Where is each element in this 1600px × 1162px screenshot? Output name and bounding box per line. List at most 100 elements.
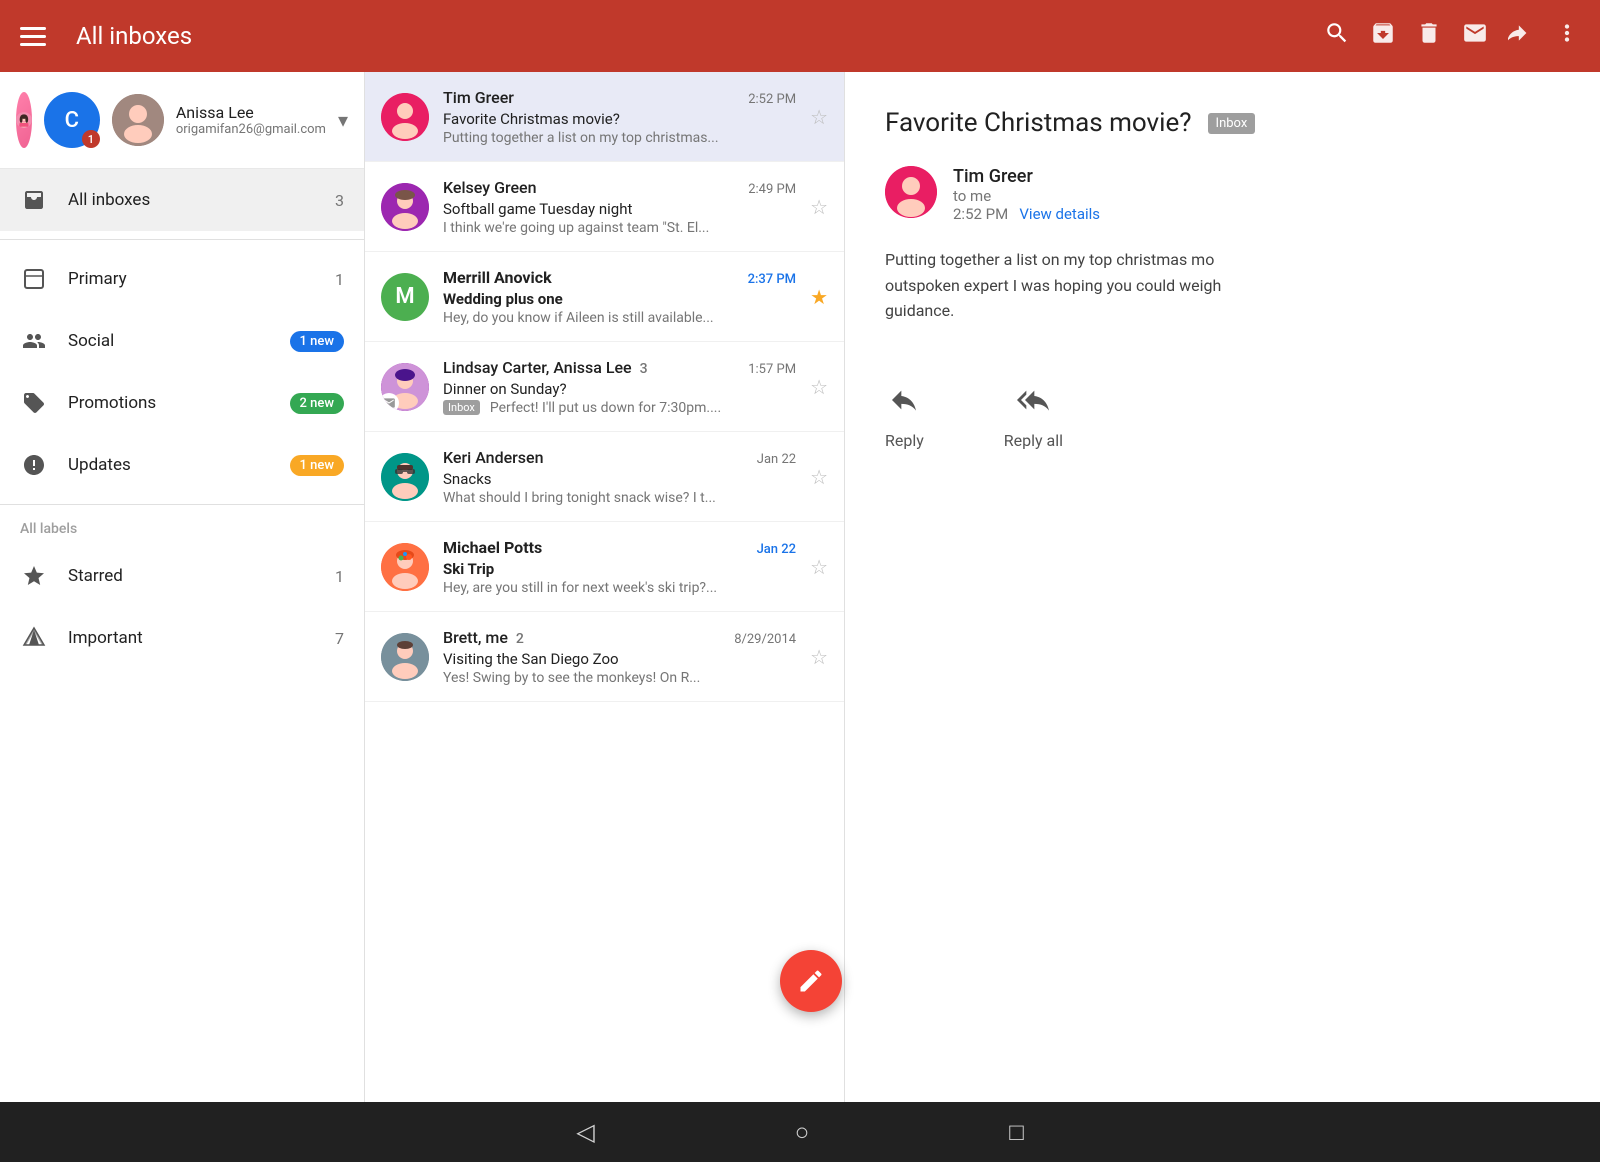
compose-fab[interactable] [780,950,842,1012]
detail-body: Putting together a list on my top christ… [885,247,1560,324]
detail-avatar [885,166,937,218]
sidebar-item-all-inboxes[interactable]: All inboxes 3 [0,169,364,231]
email-time-4: 1:57 PM [748,362,796,377]
important-label: Important [68,628,315,648]
email-content-6: Michael Potts Jan 22 Ski Trip Hey, are y… [443,538,796,596]
promotions-badge: 2 new [290,393,344,414]
starred-icon [20,564,48,588]
mail-icon[interactable] [1462,20,1488,52]
email-content-7: Brett, me 2 8/29/2014 Visiting the San D… [443,628,796,686]
email-detail: Favorite Christmas movie? Inbox Tim Gree… [845,72,1600,1102]
reply-all-icon [1017,384,1049,423]
email-content-4: Lindsay Carter, Anissa Lee 3 1:57 PM Din… [443,358,796,416]
email-avatar-5 [381,453,429,501]
email-star-6[interactable]: ☆ [810,555,828,579]
recents-button[interactable]: □ [1009,1118,1024,1147]
avatar-primary[interactable] [16,92,32,148]
email-star-5[interactable]: ☆ [810,465,828,489]
email-preview-6: Hey, are you still in for next week's sk… [443,580,796,596]
avatar-badge: 1 [82,130,100,148]
sidebar-item-starred[interactable]: Starred 1 [0,545,364,607]
avatar-tertiary[interactable] [112,94,164,146]
detail-sender-row: Tim Greer to me 2:52 PM View details [885,166,1560,223]
email-preview-2: I think we're going up against team "St.… [443,220,796,236]
email-item-3[interactable]: M Merrill Anovick 2:37 PM Wedding plus o… [365,252,844,342]
main-content: C 1 Anissa Lee origamifan26@gmail.com ▾ [0,72,1600,1102]
primary-count: 1 [335,270,344,289]
email-item-7[interactable]: Brett, me 2 8/29/2014 Visiting the San D… [365,612,844,702]
email-subject-7: Visiting the San Diego Zoo [443,650,796,668]
account-switcher[interactable]: C 1 Anissa Lee origamifan26@gmail.com ▾ [0,72,364,169]
email-star-2[interactable]: ☆ [810,195,828,219]
detail-actions: Reply Reply all [885,384,1560,450]
home-button[interactable]: ○ [795,1118,810,1147]
sidebar-item-updates[interactable]: Updates 1 new [0,434,364,496]
sidebar-item-promotions[interactable]: Promotions 2 new [0,372,364,434]
email-time-6: Jan 22 [757,542,796,557]
sidebar: C 1 Anissa Lee origamifan26@gmail.com ▾ [0,72,365,1102]
starred-count: 1 [335,567,344,586]
delete-icon[interactable] [1416,20,1442,52]
email-subject-4: Dinner on Sunday? [443,380,796,398]
email-time-7: 8/29/2014 [734,632,796,647]
email-star-1[interactable]: ☆ [810,105,828,129]
email-time-3: 2:37 PM [748,272,797,287]
divider-2 [0,504,364,505]
reply-all-button[interactable]: Reply all [1004,384,1063,450]
primary-label: Primary [68,269,315,289]
email-star-4[interactable]: ☆ [810,375,828,399]
starred-label: Starred [68,566,315,586]
email-time-1: 2:52 PM [748,92,796,107]
updates-badge: 1 new [290,455,344,476]
important-icon [20,626,48,650]
detail-sender-info: Tim Greer to me 2:52 PM View details [953,166,1100,223]
email-content-5: Keri Andersen Jan 22 Snacks What should … [443,448,796,506]
archive-icon[interactable] [1370,20,1396,52]
search-icon[interactable] [1324,20,1350,53]
detail-to: to me [953,187,1100,205]
social-icon [20,329,48,353]
email-item-5[interactable]: Keri Andersen Jan 22 Snacks What should … [365,432,844,522]
email-sender-3: Merrill Anovick [443,268,740,287]
move-icon[interactable] [1508,20,1534,52]
email-sender-6: Michael Potts [443,538,749,557]
detail-subject-row: Favorite Christmas movie? Inbox [885,108,1560,138]
email-item-4[interactable]: Lindsay Carter, Anissa Lee 3 1:57 PM Din… [365,342,844,432]
email-item-6[interactable]: Michael Potts Jan 22 Ski Trip Hey, are y… [365,522,844,612]
bottom-navigation: ◁ ○ □ [0,1102,1600,1162]
email-content-2: Kelsey Green 2:49 PM Softball game Tuesd… [443,178,796,236]
sidebar-item-social[interactable]: Social 1 new [0,310,364,372]
sidebar-item-primary[interactable]: Primary 1 [0,248,364,310]
email-preview-4: Inbox Perfect! I'll put us down for 7:30… [443,400,796,416]
hamburger-menu[interactable] [20,27,46,46]
email-sender-5: Keri Andersen [443,448,749,467]
more-icon[interactable] [1554,20,1580,52]
promotions-label: Promotions [68,393,270,413]
account-email: origamifan26@gmail.com [176,122,326,137]
view-details-link[interactable]: View details [1019,205,1100,223]
email-time-2: 2:49 PM [748,182,796,197]
dropdown-icon[interactable]: ▾ [338,108,348,132]
inbox-badge-4: Inbox [443,400,480,415]
updates-label: Updates [68,455,270,475]
email-sender-7: Brett, me 2 [443,628,726,647]
email-preview-5: What should I bring tonight snack wise? … [443,490,796,506]
topbar-title: All inboxes [76,22,192,50]
avatar-secondary-c[interactable]: C 1 [44,92,100,148]
detail-inbox-badge: Inbox [1208,113,1256,134]
sidebar-item-important[interactable]: Important 7 [0,607,364,669]
social-badge: 1 new [290,331,344,352]
email-avatar-4 [381,363,429,411]
topbar: All inboxes [0,0,1600,72]
detail-time: 2:52 PM View details [953,205,1100,223]
reply-label: Reply [885,431,924,450]
email-subject-2: Softball game Tuesday night [443,200,796,218]
topbar-left: All inboxes [20,22,192,50]
email-star-3[interactable]: ★ [810,285,828,309]
email-item-2[interactable]: Kelsey Green 2:49 PM Softball game Tuesd… [365,162,844,252]
reply-button[interactable]: Reply [885,384,924,450]
email-star-7[interactable]: ☆ [810,645,828,669]
important-count: 7 [335,629,344,648]
email-item-1[interactable]: Tim Greer 2:52 PM Favorite Christmas mov… [365,72,844,162]
back-button[interactable]: ◁ [576,1118,594,1146]
